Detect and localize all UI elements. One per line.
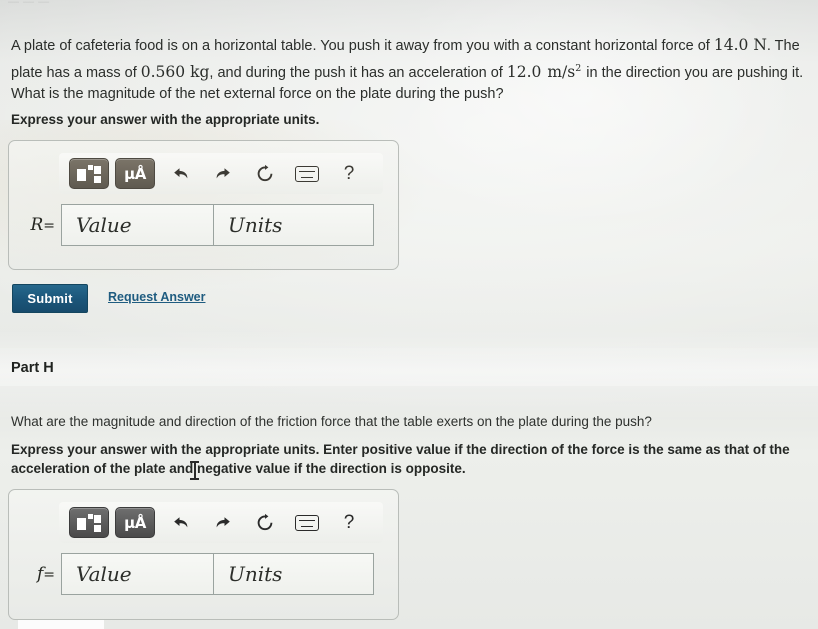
value-input-h[interactable]: Value: [61, 553, 214, 595]
bottom-edge-sliver: [18, 620, 104, 629]
units-icon-glyph: μÅ: [124, 513, 146, 532]
answer-panel-g: μÅ ? R= Value Units: [8, 140, 399, 270]
units-input-h[interactable]: Units: [214, 553, 374, 595]
acceleration-unit: m/s2: [546, 58, 582, 84]
template-icon[interactable]: [69, 507, 109, 538]
keyboard-icon-glyph: [295, 514, 319, 531]
template-icon-glyph: [77, 513, 101, 532]
answer-instruction-g: Express your answer with the appropriate…: [11, 112, 320, 127]
value-input-g-placeholder: Value: [76, 213, 132, 237]
units-icon[interactable]: μÅ: [115, 507, 155, 538]
template-icon[interactable]: [69, 158, 109, 189]
undo-icon[interactable]: [161, 508, 201, 537]
answer-input-row-h: f= Value Units: [9, 552, 398, 596]
redo-icon[interactable]: [203, 159, 243, 188]
help-icon-glyph: ?: [343, 512, 355, 533]
variable-label-r: R=: [9, 215, 61, 235]
answer-toolbar-h: μÅ ?: [59, 502, 383, 543]
part-h-instruction: Express your answer with the appropriate…: [11, 442, 790, 476]
units-icon-glyph: μÅ: [124, 164, 146, 183]
template-icon-glyph: [77, 164, 101, 183]
problem-text-part-1: A plate of cafeteria food is on a horizo…: [11, 38, 714, 54]
units-input-h-placeholder: Units: [228, 562, 283, 586]
acceleration-value: 12.0: [506, 62, 542, 81]
help-icon[interactable]: ?: [329, 508, 369, 537]
answer-panel-h: μÅ ? f= Value Units: [8, 489, 399, 620]
request-answer-link[interactable]: Request Answer: [108, 290, 205, 304]
submit-button[interactable]: Submit: [12, 284, 88, 313]
help-icon[interactable]: ?: [329, 159, 369, 188]
page-content: — — — A plate of cafeteria food is on a …: [0, 0, 818, 629]
units-icon[interactable]: μÅ: [115, 158, 155, 189]
answer-toolbar-g: μÅ ?: [59, 153, 383, 194]
mass-value: 0.560: [140, 62, 186, 81]
redo-icon[interactable]: [203, 508, 243, 537]
keyboard-icon[interactable]: [287, 508, 327, 537]
variable-label-r-symbol: R: [30, 215, 44, 235]
value-input-g[interactable]: Value: [61, 204, 214, 246]
units-input-g-placeholder: Units: [228, 213, 283, 237]
part-h-band: [0, 348, 818, 386]
acceleration-unit-exponent: 2: [575, 62, 582, 74]
undo-icon[interactable]: [161, 159, 201, 188]
part-h-question: What are the magnitude and direction of …: [11, 414, 652, 429]
force-value: 14.0: [713, 36, 749, 54]
reset-icon[interactable]: [245, 508, 285, 537]
mass-unit: kg: [190, 62, 210, 81]
problem-text-part-3: , and during the push it has an accelera…: [209, 64, 507, 81]
acceleration-unit-numerator: m: [547, 62, 563, 81]
problem-statement: A plate of cafeteria food is on a horizo…: [11, 35, 807, 106]
variable-label-r-equals: =: [43, 218, 55, 234]
help-icon-glyph: ?: [343, 163, 355, 184]
variable-label-f-equals: =: [43, 567, 55, 583]
part-h-title: Part H: [11, 360, 54, 376]
variable-label-f: f=: [9, 564, 61, 584]
units-input-g[interactable]: Units: [214, 204, 374, 246]
keyboard-icon-glyph: [295, 165, 319, 182]
reset-icon[interactable]: [245, 159, 285, 188]
keyboard-icon[interactable]: [287, 159, 327, 188]
value-input-h-placeholder: Value: [76, 562, 132, 586]
answer-input-row-g: R= Value Units: [9, 203, 398, 247]
force-unit: N: [753, 36, 767, 54]
top-clipped-text-fragment: — — —: [8, 0, 50, 8]
